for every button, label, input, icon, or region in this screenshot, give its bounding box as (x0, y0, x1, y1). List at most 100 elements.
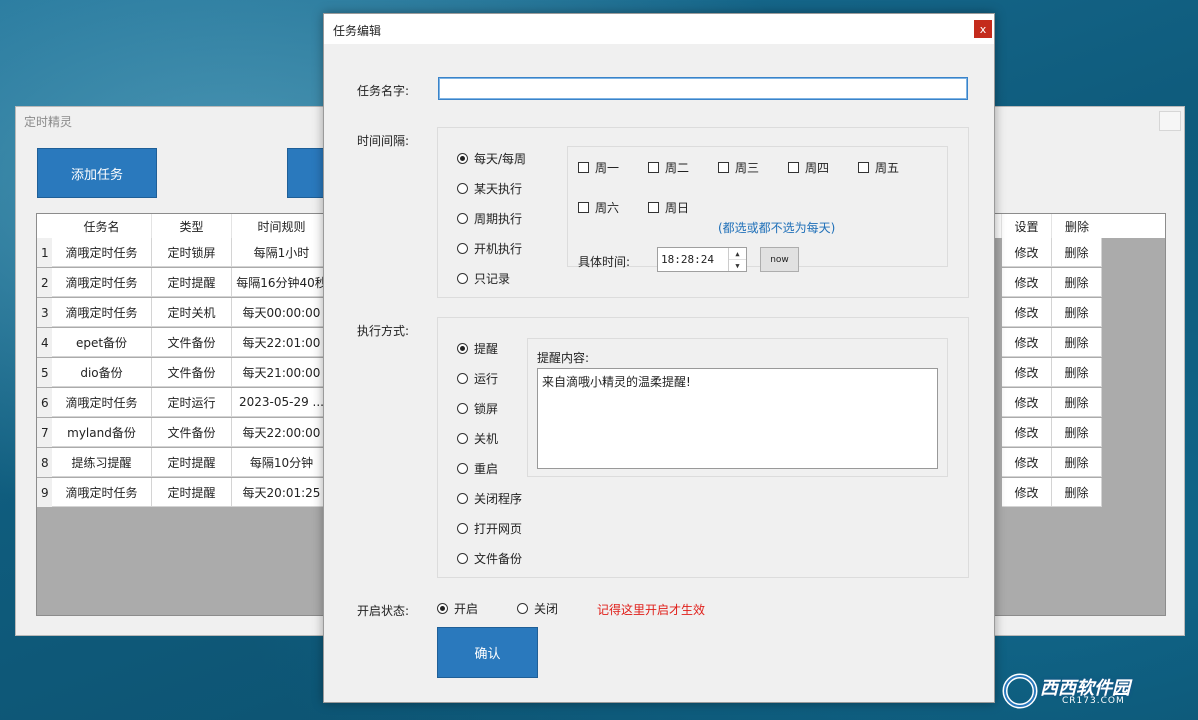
task-type-cell[interactable]: 文件备份 (152, 328, 232, 357)
weekday-checkbox[interactable]: 周六 (578, 199, 619, 216)
dialog-close-button[interactable]: x (974, 20, 992, 38)
interval-option-radio[interactable]: 周期执行 (457, 210, 522, 227)
edit-link-cell[interactable]: 修改 (1002, 358, 1052, 387)
weekday-checkbox[interactable]: 周一 (578, 159, 619, 176)
edit-link-cell[interactable]: 修改 (1002, 238, 1052, 267)
weekday-checkbox[interactable]: 周日 (648, 199, 689, 216)
exec-option-radio[interactable]: 打开网页 (457, 520, 522, 537)
exec-option-radio[interactable]: 锁屏 (457, 400, 498, 417)
edit-link-cell[interactable]: 修改 (1002, 268, 1052, 297)
task-type-cell[interactable]: 定时运行 (152, 388, 232, 417)
delete-link-cell[interactable]: 删除 (1052, 268, 1102, 297)
exec-option-radio[interactable]: 重启 (457, 460, 498, 477)
weekday-checkbox[interactable]: 周五 (858, 159, 899, 176)
weekday-label: 周六 (595, 201, 620, 215)
checkbox-icon (648, 162, 659, 173)
time-rule-cell[interactable]: 每天22:00:00 (232, 418, 332, 447)
exec-option-radio[interactable]: 文件备份 (457, 550, 522, 567)
interval-option-radio[interactable]: 每天/每周 (457, 150, 526, 167)
task-name-cell[interactable]: 滴哦定时任务 (52, 238, 152, 267)
row-number-cell: 6 (37, 388, 52, 417)
delete-link-cell[interactable]: 删除 (1052, 298, 1102, 327)
interval-option-radio[interactable]: 开机执行 (457, 240, 522, 257)
task-type-cell[interactable]: 定时提醒 (152, 448, 232, 477)
column-header-type[interactable]: 类型 (152, 214, 232, 238)
exec-option-radio[interactable]: 关机 (457, 430, 498, 447)
interval-option-label: 只记录 (474, 272, 511, 286)
exec-option-label: 文件备份 (474, 552, 523, 566)
weekday-checkbox[interactable]: 周二 (648, 159, 689, 176)
dialog-title: 任务编辑 (333, 24, 382, 38)
task-name-cell[interactable]: myland备份 (52, 418, 152, 447)
time-rule-cell[interactable]: 每天00:00:00 (232, 298, 332, 327)
radio-unselected-icon (457, 213, 468, 224)
radio-unselected-icon (457, 463, 468, 474)
delete-link-cell[interactable]: 删除 (1052, 448, 1102, 477)
task-type-cell[interactable]: 文件备份 (152, 418, 232, 447)
column-header-name[interactable]: 任务名 (52, 214, 152, 238)
column-header-rule[interactable]: 时间规则 (232, 214, 332, 238)
edit-link-cell[interactable]: 修改 (1002, 388, 1052, 417)
edit-link-cell[interactable]: 修改 (1002, 298, 1052, 327)
exec-option-label: 锁屏 (474, 402, 499, 416)
spin-up-icon[interactable]: ▲ (729, 248, 746, 260)
spin-down-icon[interactable]: ▼ (729, 260, 746, 271)
exec-option-label: 重启 (474, 462, 499, 476)
main-window-close-button[interactable] (1159, 111, 1181, 131)
add-task-button[interactable]: 添加任务 (37, 148, 157, 198)
time-rule-cell[interactable]: 每隔1小时 (232, 238, 332, 267)
delete-link-cell[interactable]: 删除 (1052, 238, 1102, 267)
exec-option-radio[interactable]: 运行 (457, 370, 498, 387)
delete-link-cell[interactable]: 删除 (1052, 328, 1102, 357)
weekday-checkbox[interactable]: 周三 (718, 159, 759, 176)
remind-content-textarea[interactable]: 来自滴哦小精灵的温柔提醒! (537, 368, 938, 469)
edit-link-cell[interactable]: 修改 (1002, 478, 1052, 507)
enable-label: 开启状态: (357, 604, 410, 618)
task-name-cell[interactable]: 滴哦定时任务 (52, 478, 152, 507)
now-button[interactable]: now (760, 247, 799, 272)
delete-link-cell[interactable]: 删除 (1052, 478, 1102, 507)
interval-option-radio[interactable]: 某天执行 (457, 180, 522, 197)
time-rule-cell[interactable]: 每隔16分钟40秒 (232, 268, 332, 297)
task-type-cell[interactable]: 文件备份 (152, 358, 232, 387)
interval-option-radio[interactable]: 只记录 (457, 270, 510, 287)
delete-link-cell[interactable]: 删除 (1052, 358, 1102, 387)
delete-link-cell[interactable]: 删除 (1052, 388, 1102, 417)
time-rule-cell[interactable]: 每隔10分钟 (232, 448, 332, 477)
task-type-cell[interactable]: 定时提醒 (152, 268, 232, 297)
exec-option-label: 关机 (474, 432, 499, 446)
exec-option-radio[interactable]: 关闭程序 (457, 490, 522, 507)
task-name-input[interactable] (438, 77, 968, 100)
column-header-set[interactable]: 设置 (1002, 214, 1052, 238)
time-value: 18:28:24 (661, 253, 714, 266)
interval-group: 每天/每周 某天执行 周期执行 开机执行 只记录 周一 周二 周三 周四 周五 周六 周日 (都选或… (437, 127, 969, 298)
weekday-checkbox[interactable]: 周四 (788, 159, 829, 176)
confirm-button[interactable]: 确认 (437, 627, 538, 678)
time-spin-arrows[interactable]: ▲ ▼ (728, 248, 746, 271)
task-name-cell[interactable]: 滴哦定时任务 (52, 268, 152, 297)
exec-option-radio[interactable]: 提醒 (457, 340, 498, 357)
delete-link-cell[interactable]: 删除 (1052, 418, 1102, 447)
time-rule-cell[interactable]: 2023-05-29 ... (232, 388, 332, 417)
time-spin-input[interactable]: 18:28:24 ▲ ▼ (657, 247, 747, 272)
radio-unselected-icon (457, 523, 468, 534)
task-name-cell[interactable]: 滴哦定时任务 (52, 388, 152, 417)
edit-link-cell[interactable]: 修改 (1002, 448, 1052, 477)
radio-unselected-icon (457, 273, 468, 284)
enable-off-radio[interactable]: 关闭 (517, 600, 558, 617)
column-header-del[interactable]: 删除 (1052, 214, 1165, 238)
time-rule-cell[interactable]: 每天22:01:00 (232, 328, 332, 357)
enable-on-radio[interactable]: 开启 (437, 600, 478, 617)
task-name-cell[interactable]: 滴哦定时任务 (52, 298, 152, 327)
task-name-cell[interactable]: dio备份 (52, 358, 152, 387)
time-rule-cell[interactable]: 每天21:00:00 (232, 358, 332, 387)
time-rule-cell[interactable]: 每天20:01:25 (232, 478, 332, 507)
edit-link-cell[interactable]: 修改 (1002, 328, 1052, 357)
task-type-cell[interactable]: 定时提醒 (152, 478, 232, 507)
task-name-cell[interactable]: 提练习提醒 (52, 448, 152, 477)
task-name-cell[interactable]: epet备份 (52, 328, 152, 357)
task-type-cell[interactable]: 定时锁屏 (152, 238, 232, 267)
task-type-cell[interactable]: 定时关机 (152, 298, 232, 327)
radio-selected-icon (457, 153, 468, 164)
edit-link-cell[interactable]: 修改 (1002, 418, 1052, 447)
